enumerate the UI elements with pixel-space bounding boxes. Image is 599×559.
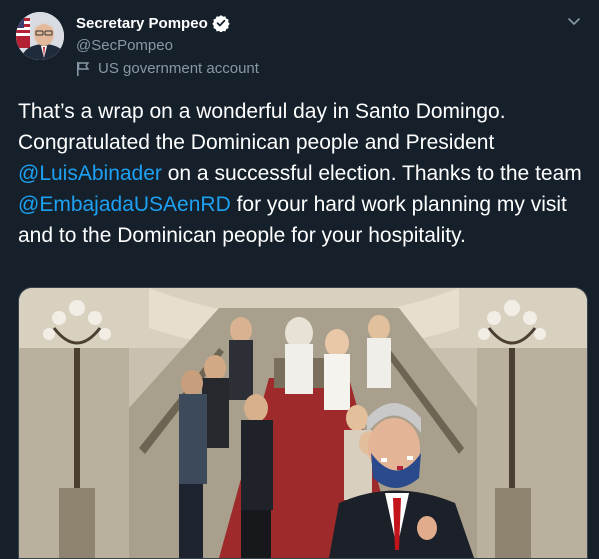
tweet-photo[interactable] — [18, 287, 588, 559]
tweet-card: Secretary Pompeo @SecPompeo US governmen… — [0, 0, 599, 559]
mention-link[interactable]: @EmbajadaUSAenRD — [18, 193, 231, 216]
government-account-text: US government account — [98, 60, 259, 77]
photo-image — [19, 288, 587, 558]
display-name[interactable]: Secretary Pompeo — [76, 15, 208, 32]
tweet-text: That’s a wrap on a wonderful day in Sant… — [18, 96, 588, 251]
chevron-down-icon[interactable] — [565, 12, 583, 30]
flag-icon — [76, 61, 90, 77]
tweet-text-part: That’s a wrap on a wonderful day in Sant… — [18, 100, 506, 154]
avatar-image — [16, 12, 64, 60]
avatar[interactable] — [16, 12, 64, 60]
name-row: Secretary Pompeo — [76, 12, 230, 34]
account-header: Secretary Pompeo @SecPompeo — [76, 12, 230, 55]
tweet-text-part: on a successful election. Thanks to the … — [161, 162, 582, 185]
government-account-label[interactable]: US government account — [76, 60, 259, 77]
handle[interactable]: @SecPompeo — [76, 37, 230, 55]
mention-link[interactable]: @LuisAbinader — [18, 162, 162, 185]
verified-badge-icon — [212, 14, 230, 33]
